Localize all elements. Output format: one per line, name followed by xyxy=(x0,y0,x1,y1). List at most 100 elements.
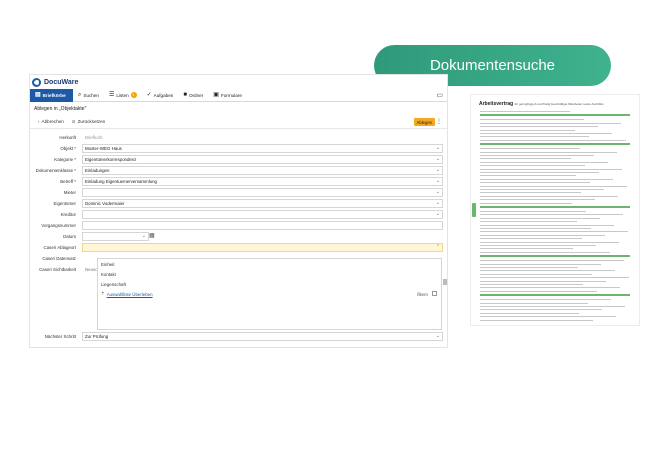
document-text-line xyxy=(480,151,617,153)
chevron-up-icon: ⌃ xyxy=(435,244,440,250)
document-text-line xyxy=(480,122,621,124)
document-side-marker xyxy=(472,203,476,217)
document-text-line xyxy=(480,136,589,138)
document-text-line xyxy=(480,312,579,314)
document-text-line xyxy=(480,168,622,170)
document-text-line xyxy=(480,238,582,240)
eigentuemer-select[interactable]: Dominic Vodermaier ⌄ xyxy=(82,199,443,208)
document-section-rule xyxy=(480,294,630,297)
ablageort-dropdown: Einheit Kontakt Liegenschaft ⇡ Auswahlli… xyxy=(97,258,447,330)
tab-aufgaben[interactable]: ✓ Aufgaben xyxy=(142,89,179,102)
option-kontakt[interactable]: Kontakt xyxy=(98,269,441,279)
kategorie-select[interactable]: Eigentümerkorrespondenz ⌄ xyxy=(82,155,443,164)
field-vorgangsnummer: Vorgangsnummer xyxy=(30,220,447,231)
auswahlliste-link[interactable]: Auswahlliste Überleben xyxy=(107,292,153,297)
field-eigentuemer: Eigentümer Dominic Vodermaier ⌄ xyxy=(30,198,447,209)
option-liegenschaft[interactable]: Liegenschaft xyxy=(98,279,441,289)
option-einheit[interactable]: Einheit xyxy=(98,259,441,269)
document-text-line xyxy=(480,133,612,134)
chevron-down-icon: ⌄ xyxy=(435,145,440,151)
chevron-down-icon: ⌄ xyxy=(435,189,440,195)
document-text-line xyxy=(480,273,592,275)
list-icon: ☰ xyxy=(108,92,115,98)
document-text-line xyxy=(480,280,606,282)
dokumentenklasse-select[interactable]: Einladungen ⌄ xyxy=(82,166,443,175)
mieter-select[interactable]: ⌄ xyxy=(82,188,443,197)
document-text-line xyxy=(480,148,580,150)
document-text-line xyxy=(480,309,602,311)
document-text-line xyxy=(480,211,586,212)
document-text-line xyxy=(480,126,598,128)
more-icon[interactable]: ⋮ xyxy=(436,118,442,125)
herkunft-value: Briefkorb xyxy=(82,133,443,142)
reset-button[interactable]: ⊙ Zurücksetzen xyxy=(72,119,105,125)
document-text-line xyxy=(480,129,575,131)
caseri-ablageort-select[interactable]: ⌃ xyxy=(82,243,443,252)
objekt-select[interactable]: Muster-WEG Haus ⌄ xyxy=(82,144,443,153)
tab-listen[interactable]: ☰ Listen 1 xyxy=(104,89,142,102)
field-caseri-ablageort: Caseri Ablageort ⌃ xyxy=(30,242,447,253)
datum-input[interactable]: ⌄ xyxy=(82,232,149,241)
docuware-logo-icon xyxy=(32,77,41,87)
document-text-line xyxy=(480,231,628,233)
document-text-line xyxy=(480,139,626,141)
document-text-line xyxy=(480,175,576,177)
tray-icon: ▤ xyxy=(35,92,41,98)
document-text-line xyxy=(480,241,619,243)
filter-checkbox[interactable] xyxy=(432,291,437,296)
naechster-schritt-select[interactable]: Zur Prüfung ⌄ xyxy=(82,332,443,341)
calendar-icon[interactable]: ▦ xyxy=(149,232,155,239)
document-text-line xyxy=(480,178,613,180)
brand-name: DocuWare xyxy=(44,78,79,86)
clipboard-icon: ▣ xyxy=(213,92,219,98)
document-text-line xyxy=(480,192,581,194)
document-title: Arbeitsvertrag für geringfügig & kurzfri… xyxy=(479,101,604,107)
document-text-line xyxy=(480,158,571,160)
chevron-left-icon: ‹ xyxy=(38,119,40,124)
document-text-line xyxy=(480,260,624,262)
tab-suchen[interactable]: ⌕ Suchen xyxy=(73,89,104,102)
check-icon: ✓ xyxy=(146,92,152,98)
vorgangsnummer-input[interactable] xyxy=(82,221,443,230)
tab-briefkoerbe[interactable]: ▤ Briefkörbe xyxy=(30,88,73,102)
chevron-down-icon: ⌄ xyxy=(435,156,440,162)
monitor-icon[interactable]: ▭ xyxy=(436,91,443,99)
dropdown-footer: ⇡ Auswahlliste Überleben filtern xyxy=(98,289,441,299)
document-text-line xyxy=(480,263,601,265)
docuware-window: DocuWare ▤ Briefkörbe ⌕ Suchen ☰ Listen … xyxy=(29,74,448,348)
document-section-rule xyxy=(480,206,630,208)
document-text-line xyxy=(480,267,578,268)
document-section-rule xyxy=(480,255,630,258)
field-kreditor: Kreditor ⌄ xyxy=(30,209,447,220)
document-text-line xyxy=(480,165,585,167)
document-section-rule xyxy=(480,143,630,146)
betreff-select[interactable]: Einladung Eigentuemerversammlung ⌄ xyxy=(82,177,443,186)
document-text-line xyxy=(480,248,573,250)
field-kategorie: Kategorie * Eigentümerkorrespondenz ⌄ xyxy=(30,154,447,165)
document-text-line xyxy=(480,185,627,187)
document-text-line xyxy=(480,199,595,201)
cancel-button[interactable]: ‹ Abbrechen xyxy=(38,119,64,124)
document-text-line xyxy=(480,228,591,229)
chevron-down-icon: ⌄ xyxy=(141,233,146,239)
tab-formulare[interactable]: ▣ Formulare xyxy=(208,89,247,102)
document-text-line xyxy=(480,302,588,304)
document-section-rule xyxy=(480,114,630,117)
document-text-line xyxy=(480,189,604,190)
document-text-line xyxy=(480,284,583,285)
document-text-line xyxy=(480,319,593,321)
document-text-line xyxy=(480,251,610,253)
ablegen-button[interactable]: Ablegen xyxy=(413,118,435,126)
document-text-line xyxy=(480,195,618,197)
document-text-line xyxy=(480,217,600,219)
app-header: DocuWare xyxy=(30,75,447,89)
document-text-line xyxy=(480,111,570,112)
field-mieter: Mieter ⌄ xyxy=(30,187,447,198)
kreditor-select[interactable]: ⌄ xyxy=(82,210,443,219)
document-text-line xyxy=(480,172,599,173)
tab-ordner[interactable]: ■ Ordner xyxy=(178,89,208,102)
scrollbar-thumb[interactable] xyxy=(443,279,447,285)
document-text-line xyxy=(480,214,623,216)
document-text-line xyxy=(480,202,572,204)
document-text-line xyxy=(480,155,594,156)
